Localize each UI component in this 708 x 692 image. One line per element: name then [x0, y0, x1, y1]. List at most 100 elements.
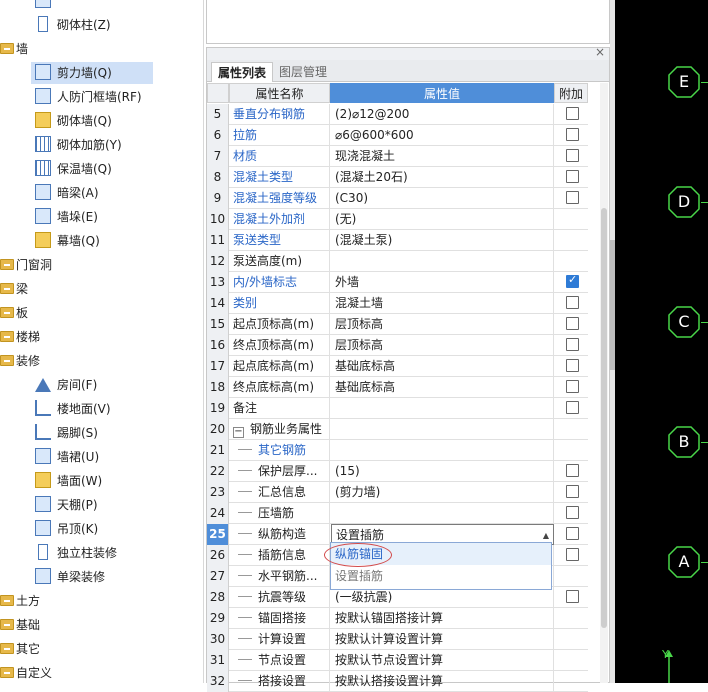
- collapse-icon[interactable]: −: [233, 427, 244, 438]
- add-checkbox[interactable]: [566, 359, 579, 372]
- property-value[interactable]: (2)⌀12@200: [331, 104, 554, 125]
- add-checkbox[interactable]: [566, 273, 579, 288]
- folder-icon[interactable]: [0, 619, 14, 630]
- axis-marker[interactable]: A: [667, 545, 701, 579]
- tree-item[interactable]: 保温墙(Q): [31, 158, 153, 180]
- property-value[interactable]: 混凝土墙: [331, 293, 554, 314]
- folder-icon[interactable]: [0, 283, 14, 294]
- property-value[interactable]: 现浇混凝土: [331, 146, 554, 167]
- property-value[interactable]: (一级抗震): [331, 587, 554, 608]
- table-row[interactable]: 13 内/外墙标志 外墙: [207, 272, 588, 293]
- table-row[interactable]: 28 抗震等级 (一级抗震): [207, 587, 588, 608]
- add-checkbox[interactable]: [566, 380, 579, 393]
- tab-layer-management[interactable]: 图层管理: [273, 62, 333, 82]
- tree-item[interactable]: 踢脚(S): [31, 422, 153, 444]
- add-checkbox[interactable]: [566, 296, 579, 309]
- add-checkbox[interactable]: [566, 338, 579, 351]
- table-row[interactable]: 17 起点底标高(m) 基础底标高: [207, 356, 588, 377]
- table-row[interactable]: 16 终点顶标高(m) 层顶标高: [207, 335, 588, 356]
- table-row[interactable]: 29 锚固搭接 按默认锚固搭接计算: [207, 608, 588, 629]
- tree-item[interactable]: [31, 0, 153, 12]
- folder-icon[interactable]: [0, 643, 14, 654]
- table-row[interactable]: 8 混凝土类型 (混凝土20石): [207, 167, 588, 188]
- tree-item[interactable]: 房间(F): [31, 374, 153, 396]
- tree-category[interactable]: 基础: [0, 614, 40, 636]
- tree-item[interactable]: 砌体加筋(Y): [31, 134, 153, 156]
- add-checkbox[interactable]: [566, 548, 579, 561]
- table-row[interactable]: 31 节点设置 按默认节点设置计算: [207, 650, 588, 671]
- tree-category[interactable]: 门窗洞: [0, 254, 52, 276]
- property-value[interactable]: (15): [331, 461, 554, 482]
- table-row[interactable]: 24 压墙筋: [207, 503, 588, 524]
- property-value[interactable]: (C30): [331, 188, 554, 209]
- table-row[interactable]: 21 其它钢筋: [207, 440, 588, 461]
- tree-category[interactable]: 自定义: [0, 662, 52, 683]
- axis-marker[interactable]: D: [667, 185, 701, 219]
- add-checkbox[interactable]: [566, 506, 579, 519]
- tree-item[interactable]: 墙面(W): [31, 470, 153, 492]
- tree-item[interactable]: 暗梁(A): [31, 182, 153, 204]
- tree-category[interactable]: 其它: [0, 638, 40, 660]
- property-value[interactable]: 按默认节点设置计算: [331, 650, 554, 671]
- property-value[interactable]: 基础底标高: [331, 356, 554, 377]
- tree-item[interactable]: 人防门框墙(RF): [31, 86, 153, 108]
- folder-icon[interactable]: [0, 595, 14, 606]
- close-icon[interactable]: ×: [595, 45, 605, 59]
- tree-item[interactable]: 单梁装修: [31, 566, 153, 588]
- axis-marker[interactable]: B: [667, 425, 701, 459]
- property-value[interactable]: 外墙: [331, 272, 554, 293]
- tree-item[interactable]: 墙裙(U): [31, 446, 153, 468]
- table-row[interactable]: 10 混凝土外加剂 (无): [207, 209, 588, 230]
- tree-item[interactable]: 砌体柱(Z): [31, 14, 153, 36]
- table-row[interactable]: 6 拉筋 ⌀6@600*600: [207, 125, 588, 146]
- table-row[interactable]: 23 汇总信息 (剪力墙): [207, 482, 588, 503]
- property-value[interactable]: 层顶标高: [331, 335, 554, 356]
- property-value[interactable]: (混凝土泵): [331, 230, 554, 251]
- tree-item[interactable]: 天棚(P): [31, 494, 153, 516]
- add-checkbox[interactable]: [566, 170, 579, 183]
- property-value[interactable]: [331, 440, 554, 461]
- add-checkbox[interactable]: [566, 590, 579, 603]
- property-value[interactable]: [331, 503, 554, 524]
- property-value[interactable]: 基础底标高: [331, 377, 554, 398]
- add-checkbox[interactable]: [566, 464, 579, 477]
- table-row[interactable]: 5 垂直分布钢筋 (2)⌀12@200: [207, 104, 588, 125]
- axis-marker[interactable]: E: [667, 65, 701, 99]
- tree-item[interactable]: 楼地面(V): [31, 398, 153, 420]
- scrollbar-thumb[interactable]: [601, 208, 607, 628]
- table-row[interactable]: 20− 钢筋业务属性: [207, 419, 588, 440]
- add-checkbox[interactable]: [566, 149, 579, 162]
- property-value[interactable]: (剪力墙): [331, 482, 554, 503]
- table-row[interactable]: 22 保护层厚... (15): [207, 461, 588, 482]
- folder-icon[interactable]: [0, 43, 14, 54]
- folder-icon[interactable]: [0, 355, 14, 366]
- property-value[interactable]: 按默认计算设置计算: [331, 629, 554, 650]
- tree-item[interactable]: 砌体墙(Q): [31, 110, 153, 132]
- add-checkbox[interactable]: [566, 401, 579, 414]
- property-value[interactable]: (混凝土20石): [331, 167, 554, 188]
- tree-category[interactable]: 墙: [0, 38, 28, 60]
- property-value[interactable]: ⌀6@600*600: [331, 125, 554, 146]
- property-value[interactable]: [331, 398, 554, 419]
- folder-icon[interactable]: [0, 667, 14, 678]
- table-row[interactable]: 12 泵送高度(m): [207, 251, 588, 272]
- property-value[interactable]: (无): [331, 209, 554, 230]
- property-value[interactable]: 按默认搭接设置计算: [331, 671, 554, 692]
- add-checkbox[interactable]: [566, 527, 579, 540]
- folder-icon[interactable]: [0, 259, 14, 270]
- tree-item[interactable]: 独立柱装修: [31, 542, 153, 564]
- tree-category[interactable]: 土方: [0, 590, 40, 612]
- property-value[interactable]: 层顶标高: [331, 314, 554, 335]
- property-value[interactable]: [331, 251, 554, 272]
- tree-category[interactable]: 楼梯: [0, 326, 40, 348]
- dropdown-option-dowel[interactable]: 设置插筋: [331, 565, 551, 587]
- add-checkbox[interactable]: [566, 317, 579, 330]
- cad-canvas[interactable]: E D C B A Y: [615, 0, 708, 683]
- table-row[interactable]: 7 材质 现浇混凝土: [207, 146, 588, 167]
- tree-item[interactable]: 剪力墙(Q): [31, 62, 153, 84]
- add-checkbox[interactable]: [566, 485, 579, 498]
- add-checkbox[interactable]: [566, 191, 579, 204]
- tab-property-list[interactable]: 属性列表: [211, 62, 274, 82]
- table-row[interactable]: 15 起点顶标高(m) 层顶标高: [207, 314, 588, 335]
- table-row[interactable]: 19 备注: [207, 398, 588, 419]
